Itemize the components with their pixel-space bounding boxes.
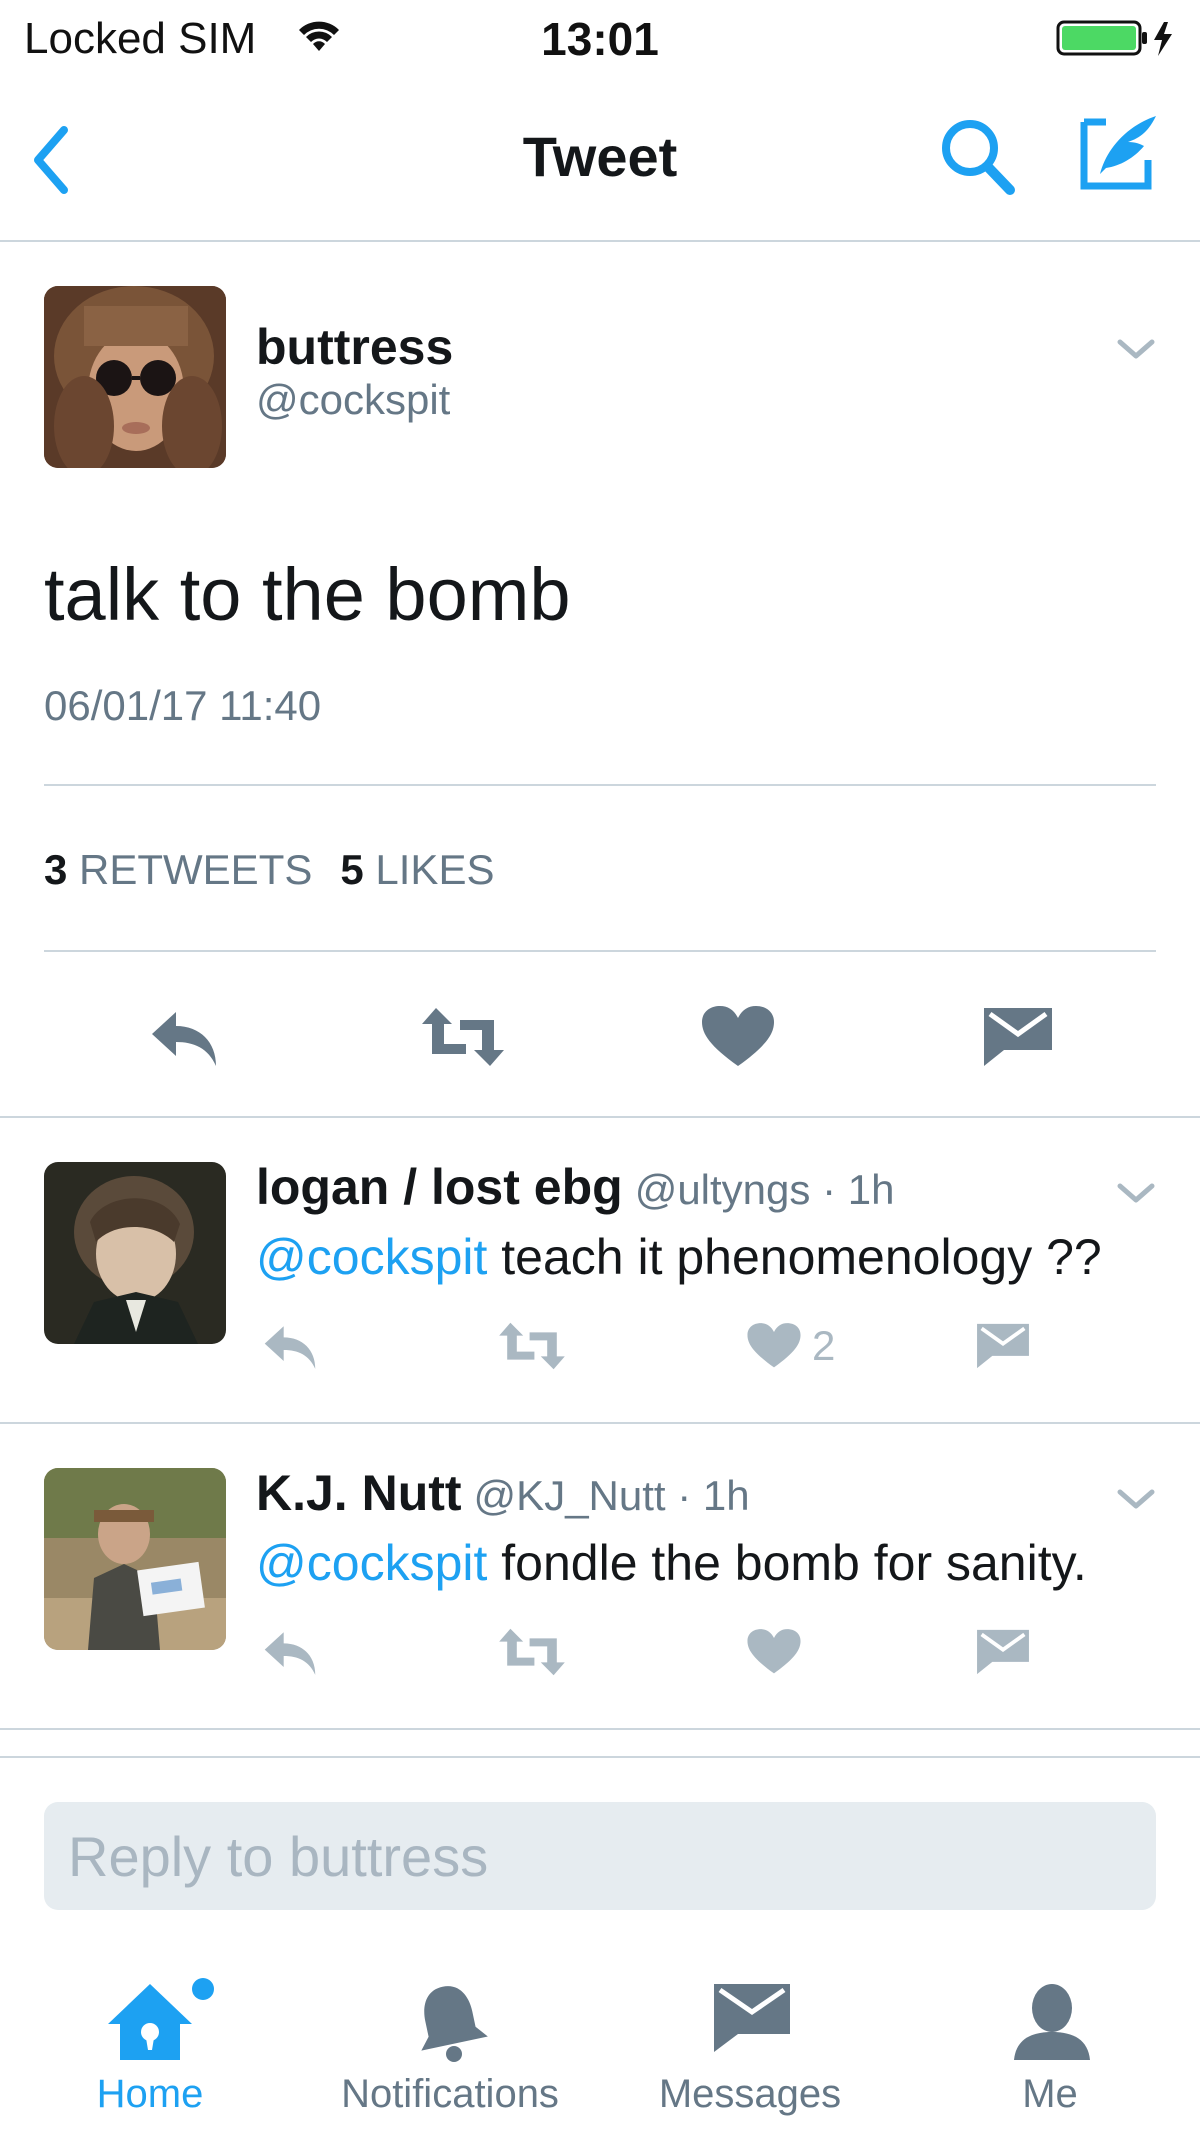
tab-label: Home	[96, 2072, 204, 2116]
tab-bar: Home Notifications Messages Me	[0, 1946, 1200, 2130]
reply-actions	[256, 1624, 1156, 1684]
avatar[interactable]	[44, 1468, 226, 1650]
home-icon	[108, 1984, 192, 2060]
mention-link[interactable]: @cockspit	[256, 1229, 487, 1285]
reply-icon[interactable]	[260, 1318, 320, 1374]
reply-body: fondle the bomb for sanity.	[487, 1535, 1087, 1591]
reply-icon[interactable]	[260, 1624, 320, 1680]
chevron-down-icon[interactable]	[1112, 332, 1160, 366]
divider	[44, 784, 1156, 786]
reply-text: @cockspit fondle the bomb for sanity.	[256, 1534, 1087, 1592]
battery-icon	[1056, 20, 1172, 56]
reply-meta: @KJ_Nutt · 1h	[473, 1472, 750, 1519]
avatar-image	[44, 1162, 226, 1344]
tab-me[interactable]: Me	[900, 1946, 1200, 2130]
like-count: 2	[812, 1322, 836, 1369]
reply-author-name[interactable]: K.J. Nutt	[256, 1465, 462, 1521]
reply-header: logan / lost ebg @ultyngs · 1h	[256, 1158, 894, 1216]
retweet-count: 3	[44, 846, 68, 893]
tab-notifications[interactable]: Notifications	[300, 1946, 600, 2130]
avatar-image	[44, 1468, 226, 1650]
reply-input[interactable]	[44, 1802, 1156, 1910]
tweet-text: talk to the bomb	[44, 553, 571, 636]
envelope-icon	[714, 1984, 790, 2052]
chevron-down-icon[interactable]	[1112, 1482, 1160, 1516]
reply-actions: 2	[256, 1318, 1156, 1378]
page-title: Tweet	[522, 125, 678, 188]
compose-icon[interactable]	[1076, 110, 1160, 194]
direct-message-icon[interactable]	[974, 1624, 1032, 1680]
reply-author-name[interactable]: logan / lost ebg	[256, 1159, 623, 1215]
like-label: LIKES	[375, 846, 495, 893]
reply-tweet[interactable]: logan / lost ebg @ultyngs · 1h @cockspit …	[0, 1118, 1200, 1424]
reply-text: @cockspit teach it phenomenology ??	[256, 1228, 1102, 1286]
likes-stat[interactable]: 5 LIKES	[340, 846, 494, 893]
main-tweet: buttress @cockspit talk to the bomb 06/0…	[0, 242, 1200, 1118]
author-handle[interactable]: @cockspit	[256, 376, 450, 424]
tweet-stats: 3 RETWEETS 5 LIKES	[44, 846, 494, 894]
nav-bar: Tweet	[0, 80, 1200, 242]
direct-message-icon[interactable]	[980, 1004, 1056, 1070]
reply-tweet[interactable]: K.J. Nutt @KJ_Nutt · 1h @cockspit fondle …	[0, 1424, 1200, 1730]
tab-label: Messages	[658, 2072, 842, 2116]
mention-link[interactable]: @cockspit	[256, 1535, 487, 1591]
tab-label: Notifications	[341, 2072, 559, 2116]
tweet-actions	[0, 1004, 1200, 1074]
avatar[interactable]	[44, 1162, 226, 1344]
heart-icon[interactable]	[746, 1318, 802, 1374]
search-icon[interactable]	[938, 116, 1018, 198]
retweet-icon[interactable]	[418, 1004, 508, 1070]
heart-icon[interactable]	[700, 1004, 776, 1070]
reply-body: teach it phenomenology ??	[487, 1229, 1102, 1285]
tab-messages[interactable]: Messages	[600, 1946, 900, 2130]
divider	[44, 950, 1156, 952]
status-time: 13:01	[541, 13, 659, 65]
direct-message-icon[interactable]	[974, 1318, 1032, 1374]
heart-icon[interactable]	[746, 1624, 802, 1680]
retweet-label: RETWEETS	[79, 846, 313, 893]
retweet-icon[interactable]	[496, 1318, 568, 1374]
reply-meta: @ultyngs · 1h	[634, 1166, 895, 1213]
author-name[interactable]: buttress	[256, 318, 453, 376]
avatar-image	[44, 286, 226, 468]
tab-home[interactable]: Home	[0, 1946, 300, 2130]
retweets-stat[interactable]: 3 RETWEETS	[44, 846, 312, 893]
reply-icon[interactable]	[146, 1004, 222, 1070]
notification-dot	[192, 1978, 214, 2000]
status-bar: Locked SIM 13:01	[0, 0, 1200, 80]
person-icon	[1014, 1984, 1090, 2060]
tweet-timestamp: 06/01/17 11:40	[44, 682, 322, 729]
bell-icon	[421, 1986, 488, 2062]
avatar[interactable]	[44, 286, 226, 468]
tab-label: Me	[1022, 2072, 1078, 2116]
retweet-icon[interactable]	[496, 1624, 568, 1680]
divider	[0, 1756, 1200, 1758]
chevron-down-icon[interactable]	[1112, 1176, 1160, 1210]
like-count: 5	[340, 846, 364, 893]
reply-header: K.J. Nutt @KJ_Nutt · 1h	[256, 1464, 750, 1522]
